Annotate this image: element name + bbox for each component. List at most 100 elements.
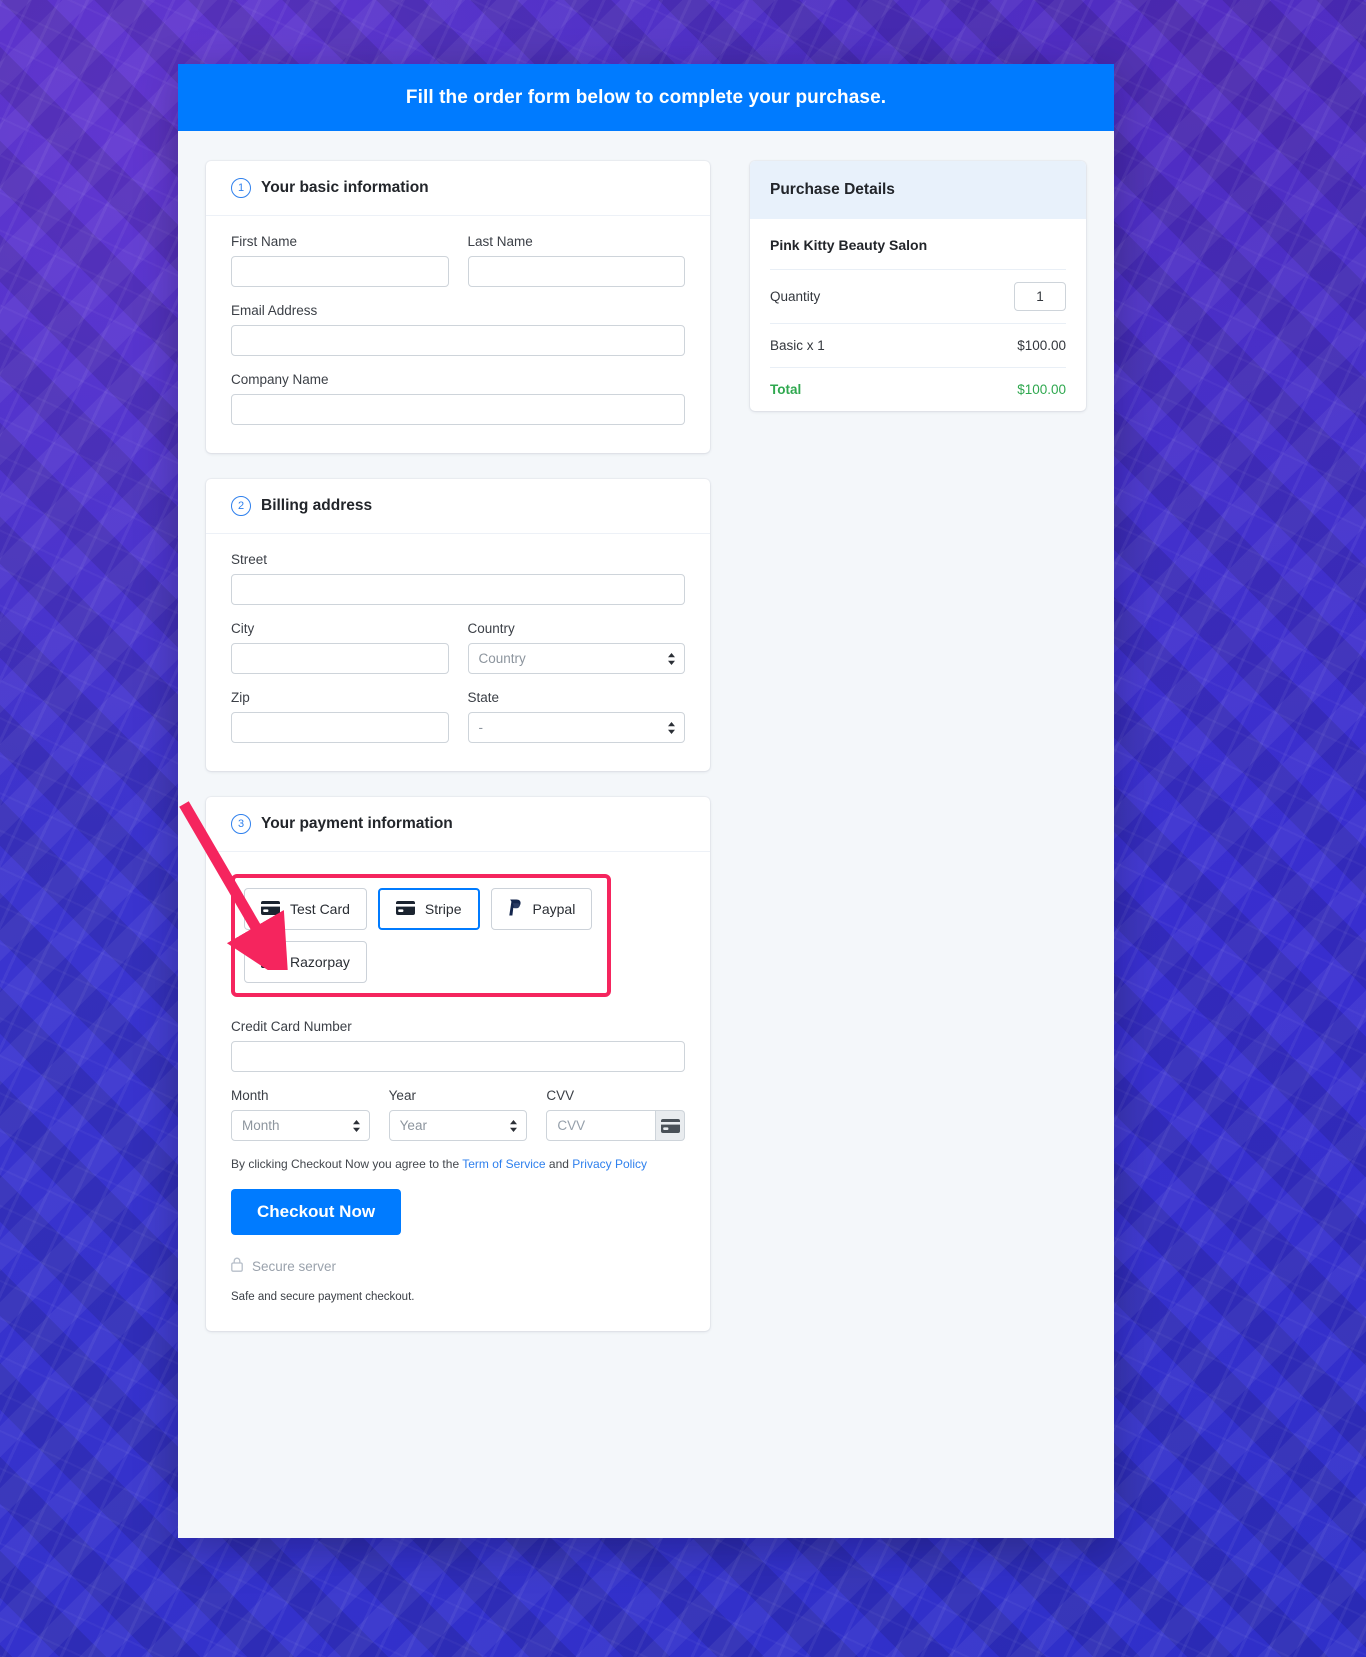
terms-middle: and (545, 1157, 573, 1171)
payment-information-card: 3 Your payment information Test Card Str… (206, 797, 710, 1331)
month-label: Month (231, 1088, 269, 1103)
form-column: 1 Your basic information First Name Last… (206, 161, 710, 1357)
street-input[interactable] (231, 574, 685, 605)
payment-method-paypal[interactable]: Paypal (490, 888, 593, 930)
safe-checkout-note: Safe and secure payment checkout. (231, 1291, 415, 1303)
basic-information-body: First Name Last Name Email Address Compa… (206, 216, 710, 453)
state-select[interactable] (467, 712, 685, 743)
cvv-label: CVV (546, 1088, 575, 1103)
company-group: Company Name (231, 372, 685, 425)
state-select-wrapper[interactable] (467, 712, 685, 743)
billing-address-body: Street City Country Country Zip State - (206, 534, 710, 771)
last-name-input[interactable] (467, 256, 685, 287)
cvv-input[interactable] (546, 1110, 657, 1141)
country-group: Country (467, 621, 685, 674)
expiry-cvv-row: Month Year (231, 1088, 686, 1141)
cvv-input-group (546, 1110, 686, 1141)
zip-input[interactable] (231, 712, 449, 743)
zip-group: Zip (231, 690, 449, 743)
secure-server-note: Secure server (231, 1257, 685, 1275)
year-select-wrapper[interactable] (388, 1110, 528, 1141)
billing-address-title: Billing address (261, 497, 373, 514)
credit-card-number-input[interactable] (231, 1041, 685, 1072)
country-select[interactable] (467, 643, 685, 674)
city-input[interactable] (231, 643, 449, 674)
last-name-label: Last Name (467, 234, 533, 249)
street-label: Street (231, 552, 268, 567)
payment-method-stripe[interactable]: Stripe (377, 888, 480, 930)
basic-information-card: 1 Your basic information First Name Last… (206, 161, 710, 453)
credit-card-icon (656, 1110, 686, 1141)
payment-method-label: Stripe (424, 901, 462, 917)
company-label: Company Name (231, 372, 329, 387)
year-select[interactable] (388, 1110, 528, 1141)
street-group: Street (231, 552, 685, 605)
email-label: Email Address (231, 303, 318, 318)
city-group: City (231, 621, 449, 674)
terms-of-service-link[interactable]: Term of Service (462, 1157, 545, 1171)
purchase-details-header: Purchase Details (750, 161, 1086, 219)
payment-method-label: Paypal (532, 901, 576, 917)
payment-method-test-card[interactable]: Test Card (244, 888, 367, 930)
purchase-details-column: Purchase Details Pink Kitty Beauty Salon… (750, 161, 1086, 411)
purchase-details-card: Purchase Details Pink Kitty Beauty Salon… (750, 161, 1086, 411)
country-label: Country (467, 621, 515, 636)
step-number-1: 1 (231, 178, 251, 198)
city-label: City (231, 621, 255, 636)
line-item-row: Basic x 1 $100.00 (770, 323, 1066, 367)
paypal-icon (508, 899, 523, 919)
payment-method-razorpay[interactable]: Razorpay (244, 941, 367, 983)
state-group: State (467, 690, 685, 743)
page-header-bar: Fill the order form below to complete yo… (178, 64, 1114, 131)
purchase-details-title: Purchase Details (770, 181, 895, 198)
quantity-row: Quantity (770, 269, 1066, 323)
basic-information-header: 1 Your basic information (206, 161, 710, 216)
credit-card-icon (261, 953, 280, 971)
page-content: 1 Your basic information First Name Last… (178, 131, 1114, 1357)
payment-method-label: Test Card (290, 901, 350, 917)
zip-state-row: Zip State (231, 690, 685, 743)
checkout-now-button[interactable]: Checkout Now (231, 1189, 402, 1235)
privacy-policy-link[interactable]: Privacy Policy (572, 1157, 647, 1171)
first-name-group: First Name (231, 234, 449, 287)
total-price: $100.00 (1017, 382, 1066, 397)
line-item-label: Basic x 1 (770, 338, 825, 353)
secure-server-label: Secure server (252, 1258, 337, 1274)
line-item-price: $100.00 (1017, 338, 1066, 353)
state-label: State (467, 690, 500, 705)
quantity-input[interactable] (1014, 282, 1066, 311)
month-select[interactable] (231, 1110, 370, 1141)
credit-card-icon (261, 900, 280, 918)
email-group: Email Address (231, 303, 685, 356)
last-name-group: Last Name (467, 234, 685, 287)
product-name: Pink Kitty Beauty Salon (770, 237, 928, 253)
first-name-label: First Name (231, 234, 298, 249)
step-number-3: 3 (231, 814, 251, 834)
terms-prefix: By clicking Checkout Now you agree to th… (231, 1157, 463, 1171)
payment-method-label: Razorpay (290, 954, 350, 970)
country-select-wrapper[interactable] (467, 643, 685, 674)
step-number-2: 2 (231, 496, 251, 516)
zip-label: Zip (231, 690, 250, 705)
company-input[interactable] (231, 394, 685, 425)
lock-icon (231, 1257, 243, 1275)
terms-text: By clicking Checkout Now you agree to th… (231, 1157, 685, 1171)
month-select-wrapper[interactable] (231, 1110, 370, 1141)
first-name-input[interactable] (231, 256, 449, 287)
credit-card-number-group: Credit Card Number (231, 1019, 685, 1072)
billing-address-card: 2 Billing address Street City Country Co… (206, 479, 710, 771)
year-label: Year (388, 1088, 416, 1103)
total-label: Total (770, 382, 802, 397)
credit-card-number-label: Credit Card Number (231, 1019, 352, 1034)
email-input[interactable] (231, 325, 685, 356)
billing-address-header: 2 Billing address (206, 479, 710, 534)
page-title: Fill the order form below to complete yo… (405, 86, 887, 108)
city-country-row: City Country (231, 621, 685, 674)
payment-information-header: 3 Your payment information (206, 797, 710, 852)
basic-information-title: Your basic information (261, 179, 429, 196)
credit-card-icon (395, 900, 415, 918)
name-row: First Name Last Name (231, 234, 685, 287)
payment-information-title: Your payment information (261, 815, 453, 832)
total-row: Total $100.00 (770, 367, 1066, 411)
year-group: Year (388, 1088, 528, 1141)
